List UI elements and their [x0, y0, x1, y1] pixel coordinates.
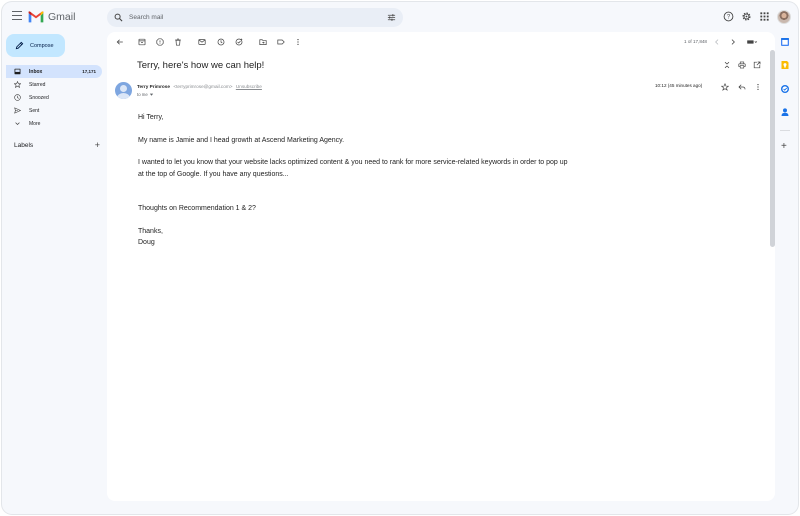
- snooze-icon[interactable]: [217, 38, 225, 46]
- reply-icon[interactable]: [738, 83, 746, 91]
- delete-icon[interactable]: [174, 38, 182, 46]
- search-bar[interactable]: [107, 8, 403, 27]
- body-paragraph: Hi Terry,: [138, 114, 164, 121]
- labels-header: Labels +: [14, 141, 100, 150]
- gmail-window: Gmail ?: [2, 2, 798, 514]
- email-body: Hi Terry, My name is Jamie and I head gr…: [138, 112, 568, 260]
- sender-line: Terry Primrose <terryprimrose@gmail.com>…: [137, 84, 262, 89]
- sidebar-item-label: Inbox: [29, 68, 43, 75]
- star-icon[interactable]: [721, 83, 729, 91]
- more-vert-icon[interactable]: [754, 83, 762, 91]
- tasks-icon[interactable]: [780, 84, 790, 94]
- mark-unread-icon[interactable]: [198, 38, 206, 46]
- sidebar-item-snoozed[interactable]: Snoozed: [6, 91, 102, 104]
- sidebar-item-label: Sent: [29, 107, 40, 114]
- star-icon: [14, 81, 21, 88]
- search-options-icon[interactable]: [387, 13, 396, 22]
- google-apps-icon[interactable]: [759, 11, 770, 22]
- app-name: Gmail: [48, 11, 76, 23]
- sender-name[interactable]: Terry Primrose: [137, 84, 170, 89]
- chevron-down-icon: [14, 120, 21, 127]
- contacts-icon[interactable]: [780, 107, 790, 117]
- email-subject: Terry, here's how we can help!: [137, 60, 265, 71]
- back-arrow-icon[interactable]: [116, 38, 124, 46]
- sidebar-item-label: Snoozed: [29, 94, 49, 101]
- main-menu-icon[interactable]: [12, 11, 22, 21]
- settings-gear-icon[interactable]: [741, 11, 752, 22]
- body-paragraph: I wanted to let you know that your websi…: [138, 159, 568, 179]
- prev-icon[interactable]: [713, 38, 721, 46]
- sender-email: <terryprimrose@gmail.com>: [173, 84, 233, 89]
- pencil-icon: [15, 41, 24, 50]
- recipient-text: to me: [137, 92, 148, 97]
- sidebar-item-inbox[interactable]: Inbox 17,171: [6, 65, 102, 78]
- add-label-button[interactable]: +: [95, 141, 100, 150]
- calendar-icon[interactable]: [780, 37, 790, 47]
- move-to-icon[interactable]: [259, 38, 267, 46]
- more-vert-icon[interactable]: [294, 38, 302, 46]
- labels-title: Labels: [14, 141, 34, 149]
- sidebar-item-starred[interactable]: Starred: [6, 78, 102, 91]
- print-icon[interactable]: [738, 61, 746, 69]
- recipient-details[interactable]: to me: [137, 92, 154, 97]
- caret-down-icon: [149, 94, 154, 97]
- unsubscribe-link[interactable]: Unsubscribe: [236, 84, 262, 89]
- gmail-logo[interactable]: Gmail: [28, 10, 75, 24]
- body-paragraph: Thanks,: [138, 227, 163, 235]
- sidebar-item-label: More: [29, 120, 41, 127]
- account-avatar[interactable]: [777, 10, 791, 24]
- sender-avatar[interactable]: [115, 82, 132, 99]
- top-bar: Gmail ?: [2, 2, 798, 32]
- sidebar-item-label: Starred: [29, 81, 46, 88]
- compose-label: Compose: [30, 42, 54, 49]
- open-in-new-window-icon[interactable]: [753, 61, 761, 69]
- gmail-m-icon: [28, 11, 44, 23]
- input-tools-icon[interactable]: [745, 38, 759, 46]
- collapse-all-icon[interactable]: [723, 61, 731, 69]
- archive-icon[interactable]: [138, 38, 146, 46]
- inbox-count: 17,171: [82, 69, 96, 74]
- keep-icon[interactable]: [780, 60, 790, 70]
- sidebar-nav: Inbox 17,171 Starred Snoozed Sent More: [2, 65, 106, 130]
- body-paragraph: Thoughts on Recommendation 1 & 2?: [138, 204, 256, 212]
- add-task-icon[interactable]: [235, 38, 243, 46]
- report-spam-icon[interactable]: [156, 38, 164, 46]
- svg-text:?: ?: [727, 15, 731, 21]
- help-icon[interactable]: ?: [723, 11, 734, 22]
- get-add-ons-button[interactable]: +: [781, 142, 787, 152]
- search-input[interactable]: [129, 14, 369, 21]
- send-icon: [14, 107, 21, 114]
- pagination-text: 1 of 17,848: [684, 39, 707, 44]
- label-icon[interactable]: [277, 38, 285, 46]
- sidebar-item-more[interactable]: More: [6, 117, 102, 130]
- rail-divider: [780, 130, 790, 131]
- clock-icon: [14, 94, 21, 101]
- email-timestamp: 10:12 (45 minutes ago): [655, 83, 703, 88]
- message-panel: 1 of 17,848 Terry, here's how we can hel…: [107, 32, 775, 501]
- body-paragraph: My name is Jamie and I head growth at As…: [138, 136, 345, 144]
- body-paragraph: Doug: [138, 239, 155, 247]
- scrollbar-thumb[interactable]: [770, 50, 775, 247]
- next-icon[interactable]: [729, 38, 737, 46]
- search-icon[interactable]: [114, 13, 123, 22]
- inbox-icon: [14, 68, 21, 75]
- compose-button[interactable]: Compose: [6, 34, 65, 57]
- sidebar-item-sent[interactable]: Sent: [6, 104, 102, 117]
